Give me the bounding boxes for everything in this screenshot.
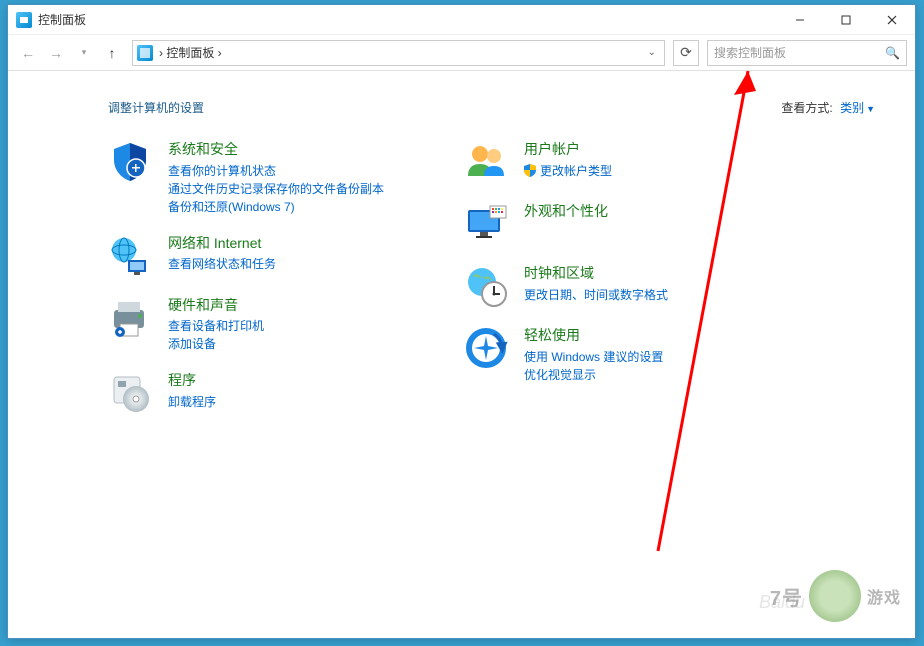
category-title[interactable]: 时钟和区域 <box>524 264 668 284</box>
category-title[interactable]: 用户帐户 <box>524 140 612 160</box>
chevron-down-icon: ▼ <box>866 104 875 114</box>
ease-of-access-icon <box>464 326 508 370</box>
right-column: 用户帐户 更改帐户类型 外观和个性化 <box>464 140 668 415</box>
category-link[interactable]: 查看你的计算机状态 <box>168 162 384 180</box>
search-input[interactable] <box>714 46 885 60</box>
printer-icon <box>108 296 152 340</box>
address-icon <box>137 45 153 61</box>
category-title[interactable]: 硬件和声音 <box>168 296 264 316</box>
category-title[interactable]: 轻松使用 <box>524 326 663 346</box>
category-link[interactable]: 更改日期、时间或数字格式 <box>524 286 668 304</box>
category-link[interactable]: 更改帐户类型 <box>524 162 612 180</box>
search-box[interactable]: 🔍 <box>707 40 907 66</box>
category-link[interactable]: 优化视觉显示 <box>524 366 663 384</box>
category-link[interactable]: 使用 Windows 建议的设置 <box>524 348 663 366</box>
category-system-security: 系统和安全 查看你的计算机状态 通过文件历史记录保存你的文件备份副本 备份和还原… <box>108 140 384 216</box>
minimize-button[interactable] <box>777 5 823 35</box>
shield-icon <box>108 140 152 184</box>
address-bar[interactable]: › 控制面板 › ⌄ <box>132 40 665 66</box>
category-title[interactable]: 外观和个性化 <box>524 202 608 222</box>
back-button[interactable]: ← <box>16 41 40 65</box>
category-link[interactable]: 查看网络状态和任务 <box>168 255 276 273</box>
view-label: 查看方式: <box>781 101 832 115</box>
category-clock-region: 时钟和区域 更改日期、时间或数字格式 <box>464 264 668 308</box>
view-options: 查看方式: 类别▼ <box>781 99 875 116</box>
refresh-button[interactable]: ⟳ <box>673 40 699 66</box>
uac-shield-icon <box>524 164 536 177</box>
category-link[interactable]: 通过文件历史记录保存你的文件备份副本 <box>168 180 384 198</box>
up-button[interactable]: ↑ <box>100 41 124 65</box>
address-dropdown-icon[interactable]: ⌄ <box>644 47 660 58</box>
category-title[interactable]: 系统和安全 <box>168 140 384 160</box>
breadcrumb[interactable]: › 控制面板 › <box>159 44 644 61</box>
monitor-personalization-icon <box>464 202 508 246</box>
category-link[interactable]: 卸载程序 <box>168 393 216 411</box>
users-icon <box>464 140 508 184</box>
maximize-icon <box>841 15 851 25</box>
left-column: 系统和安全 查看你的计算机状态 通过文件历史记录保存你的文件备份副本 备份和还原… <box>108 140 384 415</box>
forward-button: → <box>44 41 68 65</box>
category-network: 网络和 Internet 查看网络状态和任务 <box>108 234 384 278</box>
content-area: 调整计算机的设置 查看方式: 类别▼ 系统和安全 查看你的计算机状态 通过文件历… <box>8 71 915 638</box>
watermark-logo-icon <box>809 570 861 622</box>
category-programs: 程序 卸载程序 <box>108 371 384 415</box>
category-link[interactable]: 添加设备 <box>168 335 264 353</box>
search-icon[interactable]: 🔍 <box>885 46 900 60</box>
category-hardware-sound: 硬件和声音 查看设备和打印机 添加设备 <box>108 296 384 354</box>
category-user-accounts: 用户帐户 更改帐户类型 <box>464 140 668 184</box>
categories-grid: 系统和安全 查看你的计算机状态 通过文件历史记录保存你的文件备份副本 备份和还原… <box>108 140 875 415</box>
minimize-icon <box>795 15 805 25</box>
page-heading: 调整计算机的设置 <box>108 99 875 116</box>
category-appearance: 外观和个性化 <box>464 202 668 246</box>
navigation-bar: ← → ▾ ↑ › 控制面板 › ⌄ ⟳ 🔍 <box>8 35 915 71</box>
window-controls <box>777 5 915 35</box>
close-button[interactable] <box>869 5 915 35</box>
control-panel-window: 控制面板 ← → ▾ ↑ › 控制面板 › ⌄ ⟳ 🔍 <box>7 4 916 639</box>
titlebar: 控制面板 <box>8 5 915 35</box>
category-ease-of-access: 轻松使用 使用 Windows 建议的设置 优化视觉显示 <box>464 326 668 384</box>
globe-network-icon <box>108 234 152 278</box>
site-watermark: 7号 游戏 <box>770 570 901 622</box>
recent-dropdown[interactable]: ▾ <box>72 41 96 65</box>
window-title: 控制面板 <box>38 11 777 28</box>
disc-icon <box>108 371 152 415</box>
view-mode-dropdown[interactable]: 类别▼ <box>840 101 875 115</box>
control-panel-icon <box>16 12 32 28</box>
close-icon <box>887 15 897 25</box>
clock-globe-icon <box>464 264 508 308</box>
category-link[interactable]: 备份和还原(Windows 7) <box>168 198 384 216</box>
maximize-button[interactable] <box>823 5 869 35</box>
category-title[interactable]: 程序 <box>168 371 216 391</box>
category-link[interactable]: 查看设备和打印机 <box>168 317 264 335</box>
category-title[interactable]: 网络和 Internet <box>168 234 276 254</box>
